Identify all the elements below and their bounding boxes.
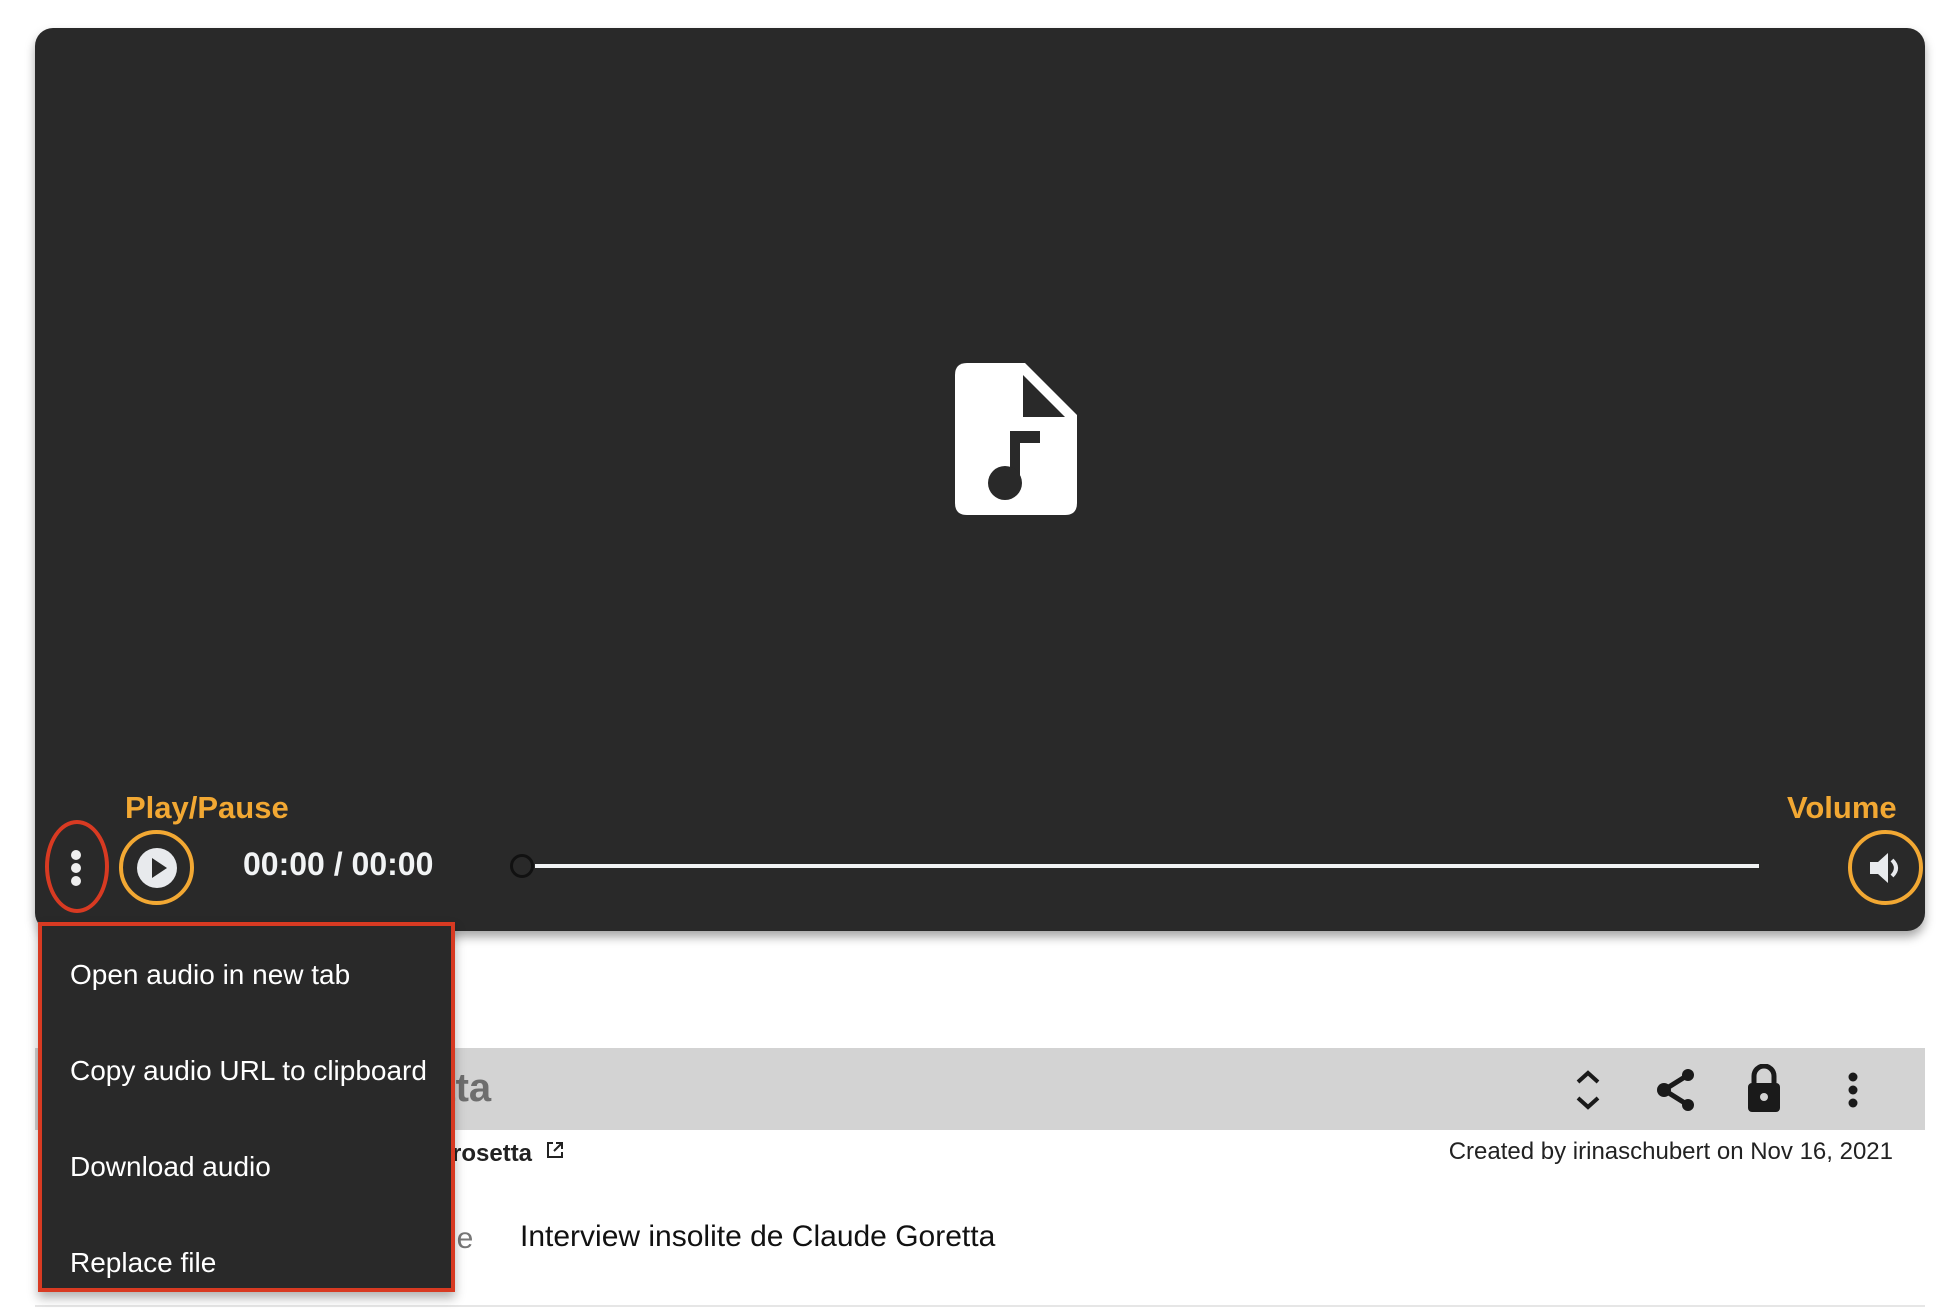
seek-thumb[interactable]: [510, 854, 534, 878]
audio-file-icon: [955, 363, 1077, 515]
external-link-icon: [546, 1142, 563, 1158]
volume-button[interactable]: [1848, 830, 1923, 905]
menu-item-copy-url[interactable]: Copy audio URL to clipboard: [42, 1023, 451, 1119]
expand-collapse-icon[interactable]: [1573, 1068, 1603, 1112]
time-display: 00:00 / 00:00: [243, 846, 434, 882]
play-icon: [137, 848, 177, 888]
more-vertical-icon[interactable]: [1843, 1068, 1863, 1112]
field-value: Interview insolite de Claude Goretta: [520, 1220, 996, 1253]
created-info: Created by irinaschubert on Nov 16, 2021: [1448, 1138, 1893, 1165]
menu-item-download[interactable]: Download audio: [42, 1119, 451, 1215]
menu-item-open-new-tab[interactable]: Open audio in new tab: [42, 927, 451, 1023]
play-button[interactable]: [119, 830, 194, 905]
more-vertical-icon[interactable]: [66, 848, 86, 888]
lock-icon[interactable]: [1746, 1064, 1782, 1112]
menu-item-replace-file[interactable]: Replace file: [42, 1215, 451, 1311]
share-icon[interactable]: [1655, 1068, 1697, 1112]
project-link[interactable]: rosetta: [452, 1140, 565, 1168]
audio-options-menu: Open audio in new tab Copy audio URL to …: [38, 922, 455, 1292]
project-name: rosetta: [452, 1140, 533, 1167]
audio-player: [35, 28, 1925, 931]
volume-icon: [1870, 853, 1898, 883]
seek-bar[interactable]: [535, 864, 1759, 868]
play-pause-annotation: Play/Pause: [125, 790, 289, 825]
volume-annotation: Volume: [1787, 790, 1897, 825]
